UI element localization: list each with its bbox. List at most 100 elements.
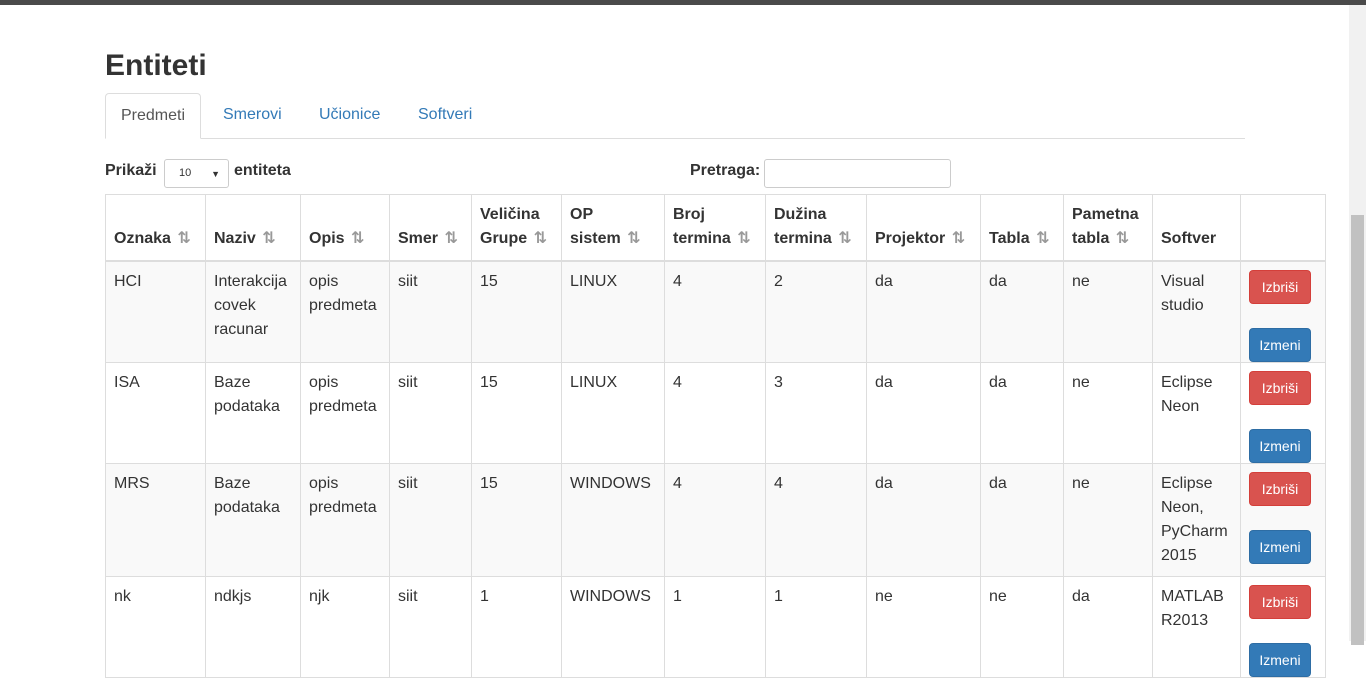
sort-icon[interactable]: ⇅ [1036,230,1049,247]
cell-naziv: Baze podataka [205,362,301,464]
cell-velicina-grupe: 15 [471,463,562,577]
delete-button[interactable]: Izbriši [1249,371,1311,405]
sort-icon[interactable]: ⇅ [534,230,547,247]
delete-button[interactable]: Izbriši [1249,270,1311,304]
page-size-select[interactable]: 10 ▼ [164,159,229,188]
sort-icon[interactable]: ⇅ [262,230,275,247]
column-header-label: Opis [309,230,345,247]
column-header-label: Oznaka [114,230,171,247]
tab-smerovi[interactable]: Smerovi [208,93,297,139]
entity-tabs: Predmeti Smerovi Učionice Softveri [105,93,1245,139]
column-header-tabla[interactable]: Tabla ⇅ [980,194,1064,262]
cell-pametna-tabla: ne [1063,260,1153,363]
column-header-label: termina [774,230,832,247]
cell-naziv: Baze podataka [205,463,301,577]
sort-icon[interactable]: ⇅ [351,230,364,247]
search-input[interactable] [764,159,951,188]
edit-button[interactable]: Izmeni [1249,643,1311,677]
column-header-label-bottom: termina ⇅ [673,227,757,251]
cell-tabla: da [980,260,1064,363]
column-header-label: Grupe [480,230,528,247]
column-header-label: Tabla [989,230,1030,247]
scrollbar-thumb[interactable] [1351,215,1364,645]
cell-velicina-grupe: 15 [471,260,562,363]
cell-projektor: ne [866,576,981,678]
column-header-label-top: OP [570,206,594,223]
column-header-naziv[interactable]: Naziv ⇅ [205,194,301,262]
sort-icon[interactable]: ⇅ [627,230,640,247]
cell-op-sistem: LINUX [561,362,665,464]
chevron-down-icon: ▼ [211,169,220,179]
sort-icon[interactable]: ⇅ [737,230,750,247]
cell-actions: Izbriši Izmeni [1240,260,1326,363]
cell-duzina-termina: 1 [765,576,867,678]
column-header-label: Projektor [875,230,946,247]
table-row: HCI Interakcija covek racunar opis predmet… [105,260,1326,363]
column-header-projektor[interactable]: Projektor ⇅ [866,194,981,262]
column-header-label-top [1161,203,1232,227]
column-header-op-sistem[interactable]: OP sistem ⇅ [561,194,665,262]
column-header-label-bottom: Grupe ⇅ [480,227,553,251]
page-size-value: 10 [179,167,192,179]
column-header-label: Naziv [214,230,256,247]
column-header-label-bottom: Smer ⇅ [398,227,463,251]
column-header-broj-termina[interactable]: Broj termina ⇅ [664,194,766,262]
scrollbar[interactable] [1349,5,1366,645]
cell-naziv: ndkjs [205,576,301,678]
column-header-oznaka[interactable]: Oznaka ⇅ [105,194,206,262]
column-header-label-top: Pametna [1072,206,1139,223]
cell-oznaka: HCI [105,260,206,363]
cell-velicina-grupe: 1 [471,576,562,678]
edit-button[interactable]: Izmeni [1249,429,1311,463]
tab-ucionice[interactable]: Učionice [304,93,395,139]
cell-op-sistem: WINDOWS [561,576,665,678]
cell-op-sistem: WINDOWS [561,463,665,577]
column-header-opis[interactable]: Opis ⇅ [300,194,390,262]
cell-pametna-tabla: ne [1063,362,1153,464]
search-label: Pretraga: [690,162,761,179]
edit-button[interactable]: Izmeni [1249,530,1311,564]
sort-icon[interactable]: ⇅ [1116,230,1129,247]
sort-icon[interactable]: ⇅ [444,230,457,247]
entities-table: Oznaka ⇅ Naziv ⇅ Opis ⇅ Smer ⇅ Veličina Grupe… [105,194,1326,678]
cell-oznaka: nk [105,576,206,678]
browser-top-bar [0,0,1366,5]
sort-icon[interactable]: ⇅ [838,230,851,247]
column-header-label-bottom: Projektor ⇅ [875,227,972,251]
column-header-label-bottom: Naziv ⇅ [214,227,292,251]
edit-button[interactable]: Izmeni [1249,328,1311,362]
cell-actions: Izbriši Izmeni [1240,576,1326,678]
entities-label: entiteta [234,162,291,179]
page-size-label: Prikaži [105,162,157,179]
page-title: Entiteti [105,49,207,82]
cell-opis: opis predmeta [300,362,390,464]
cell-projektor: da [866,260,981,363]
column-header-pametna-tabla[interactable]: Pametna tabla ⇅ [1063,194,1153,262]
cell-broj-termina: 4 [664,463,766,577]
column-header-velicina-grupe[interactable]: Veličina Grupe ⇅ [471,194,562,262]
cell-softver: Eclipse Neon [1152,362,1241,464]
column-header-label-top [398,203,463,227]
sort-icon[interactable]: ⇅ [952,230,965,247]
cell-tabla: ne [980,576,1064,678]
cell-duzina-termina: 3 [765,362,867,464]
tab-softveri[interactable]: Softveri [403,93,487,139]
sort-icon[interactable]: ⇅ [177,230,190,247]
cell-smer: siit [389,260,472,363]
cell-opis: njk [300,576,390,678]
column-header-label-top [214,203,292,227]
cell-actions: Izbriši Izmeni [1240,463,1326,577]
table-controls: Prikaži 10 ▼ entiteta Pretraga: [105,157,1325,191]
column-header-label-top [309,203,381,227]
column-header-duzina-termina[interactable]: Dužina termina ⇅ [765,194,867,262]
tab-predmeti[interactable]: Predmeti [105,93,202,139]
table-body: HCI Interakcija covek racunar opis predmet… [105,260,1326,678]
delete-button[interactable]: Izbriši [1249,585,1311,619]
column-header-label-top: Veličina [480,206,540,223]
cell-op-sistem: LINUX [561,260,665,363]
column-header-label-top: Broj [673,206,705,223]
delete-button[interactable]: Izbriši [1249,472,1311,506]
column-header-smer[interactable]: Smer ⇅ [389,194,472,262]
column-header-label-bottom: Oznaka ⇅ [114,227,197,251]
cell-softver: Eclipse Neon, PyCharm 2015 [1152,463,1241,577]
